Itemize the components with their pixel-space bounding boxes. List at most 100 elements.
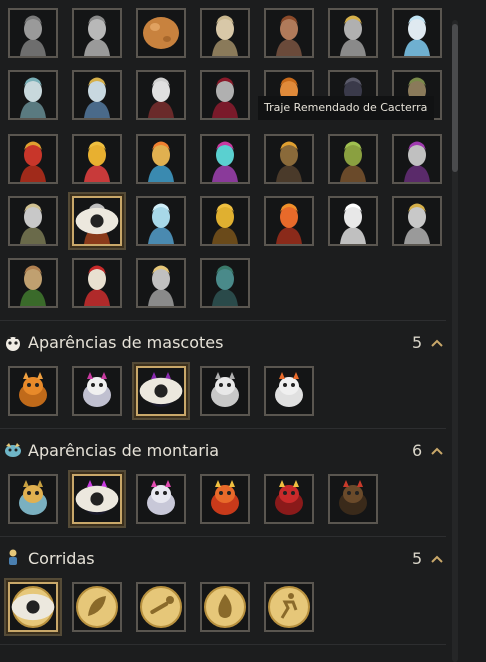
costume-icon: [394, 198, 440, 244]
costume-slot[interactable]: [392, 134, 442, 184]
chevron-up-icon[interactable]: [430, 554, 444, 564]
costume-icon: [202, 10, 248, 56]
eye-icon: [139, 377, 183, 405]
costume-icon: [10, 10, 56, 56]
pet-slot[interactable]: [264, 366, 314, 416]
costume-slot[interactable]: [264, 196, 314, 246]
race-emblem-icon: [266, 584, 312, 630]
pet-slot[interactable]: [72, 366, 122, 416]
egg-icon: [138, 10, 184, 56]
costume-slot[interactable]: [136, 134, 186, 184]
costume-icon: [202, 72, 248, 118]
costume-icon: [74, 72, 120, 118]
section-count: 5: [412, 549, 423, 568]
costume-icon: [138, 260, 184, 306]
costume-icon: [10, 72, 56, 118]
mount-slot[interactable]: [72, 474, 122, 524]
eye-icon: [11, 593, 55, 621]
section-title: Aparências de mascotes: [28, 333, 224, 352]
costume-slot[interactable]: [8, 196, 58, 246]
creature-icon: [202, 476, 248, 522]
mount-slot[interactable]: [200, 474, 250, 524]
creature-icon: [266, 476, 312, 522]
costume-icon: [330, 10, 376, 56]
mount-slot[interactable]: [8, 474, 58, 524]
pet-section-icon: [6, 335, 20, 351]
costume-slot[interactable]: [328, 196, 378, 246]
section-count: 5: [412, 333, 423, 352]
section-title: Aparências de montaria: [28, 441, 220, 460]
mount-section-icon: [5, 443, 21, 457]
section-divider: [0, 428, 446, 429]
pet-slot[interactable]: [200, 366, 250, 416]
race-slot[interactable]: [200, 582, 250, 632]
costume-icon: [74, 136, 120, 182]
costume-slot[interactable]: [392, 8, 442, 58]
mount-slot[interactable]: [136, 474, 186, 524]
costume-slot[interactable]: [136, 258, 186, 308]
section-count: 6: [412, 441, 423, 460]
costume-icon: [10, 198, 56, 244]
chevron-up-icon[interactable]: [430, 338, 444, 348]
race-slot[interactable]: [72, 582, 122, 632]
costume-slot[interactable]: [8, 70, 58, 120]
costume-slot[interactable]: [72, 258, 122, 308]
race-emblem-icon: [202, 584, 248, 630]
section-divider: [0, 644, 446, 645]
costume-icon: [138, 72, 184, 118]
creature-icon: [10, 476, 56, 522]
costume-slot[interactable]: [72, 196, 122, 246]
race-section-icon: [9, 549, 17, 565]
costume-icon: [10, 260, 56, 306]
creature-icon: [74, 368, 120, 414]
costume-icon: [330, 198, 376, 244]
scrollbar-thumb[interactable]: [452, 24, 458, 172]
mount-slot[interactable]: [328, 474, 378, 524]
costume-slot[interactable]: [200, 134, 250, 184]
costume-slot[interactable]: [264, 8, 314, 58]
costume-icon: [202, 260, 248, 306]
pet-slot[interactable]: [136, 366, 186, 416]
costume-icon: [266, 136, 312, 182]
race-emblem-icon: [74, 584, 120, 630]
costume-slot[interactable]: [200, 70, 250, 120]
mount-slot[interactable]: [264, 474, 314, 524]
race-slot[interactable]: [136, 582, 186, 632]
costume-slot[interactable]: [200, 196, 250, 246]
costume-slot[interactable]: [8, 258, 58, 308]
costume-slot[interactable]: [200, 258, 250, 308]
costume-icon: [394, 136, 440, 182]
race-slot[interactable]: [264, 582, 314, 632]
costume-slot[interactable]: [264, 134, 314, 184]
costume-icon: [74, 10, 120, 56]
costume-slot[interactable]: [136, 196, 186, 246]
race-slot[interactable]: [8, 582, 58, 632]
costume-icon: [330, 136, 376, 182]
pet-slot[interactable]: [8, 366, 58, 416]
costume-slot[interactable]: [200, 8, 250, 58]
item-tooltip: Traje Remendado de Cacterra: [258, 96, 434, 120]
race-emblem-icon: [138, 584, 184, 630]
costume-slot[interactable]: [328, 8, 378, 58]
costume-slot[interactable]: [328, 134, 378, 184]
section-title: Corridas: [28, 549, 95, 568]
costume-slot[interactable]: [72, 8, 122, 58]
costume-slot[interactable]: [8, 134, 58, 184]
costume-slot[interactable]: [392, 196, 442, 246]
creature-icon: [202, 368, 248, 414]
chevron-up-icon[interactable]: [430, 446, 444, 456]
costume-slot[interactable]: [136, 70, 186, 120]
eye-icon: [75, 207, 119, 235]
costume-icon: [394, 10, 440, 56]
costume-icon: [266, 10, 312, 56]
costume-icon: [202, 136, 248, 182]
eye-icon: [75, 485, 119, 513]
costume-slot[interactable]: [72, 70, 122, 120]
costume-slot[interactable]: [72, 134, 122, 184]
costume-icon: [138, 198, 184, 244]
section-divider: [0, 536, 446, 537]
costume-slot[interactable]: [8, 8, 58, 58]
costume-slot[interactable]: [136, 8, 186, 58]
section-divider: [0, 320, 446, 321]
creature-icon: [10, 368, 56, 414]
